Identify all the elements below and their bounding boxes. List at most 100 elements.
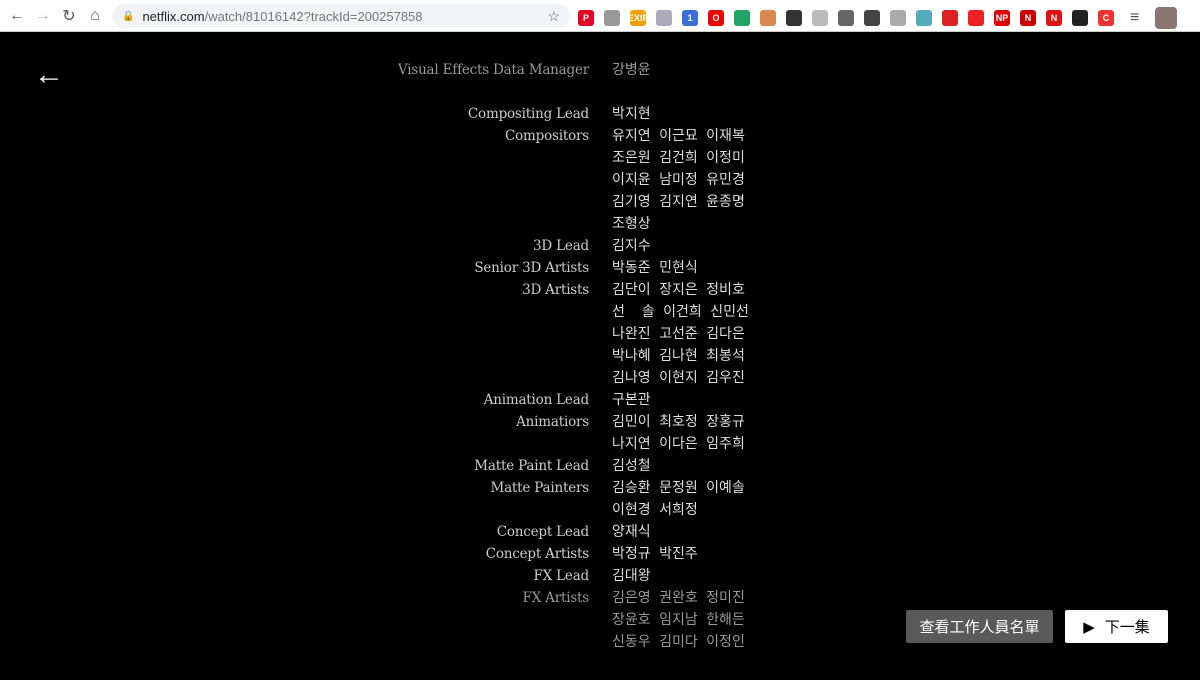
credit-names: 박나혜 김나현 최봉석 — [612, 348, 745, 364]
credit-row: 3D Lead 김지수 — [0, 235, 1200, 257]
n-icon[interactable]: N — [1020, 10, 1036, 26]
credit-role: Compositors — [504, 128, 589, 144]
youtube-icon[interactable] — [968, 10, 984, 26]
reload-icon[interactable]: ↻ — [56, 6, 82, 26]
credit-row: Senior 3D Artists 박동준 민현식 — [0, 257, 1200, 279]
credit-row: Matte Paint Lead 김성철 — [0, 455, 1200, 477]
credit-names: 장윤호 임지남 한해든 — [612, 612, 745, 628]
url-host: netflix.com — [142, 8, 205, 24]
credit-role: Concept Artists — [485, 546, 589, 562]
credit-row: Concept Lead 양재식 — [0, 521, 1200, 543]
credit-role: Concept Lead — [496, 524, 590, 540]
credit-names: 김성철 — [612, 458, 651, 474]
credit-names: 양재식 — [612, 524, 651, 540]
avatar[interactable] — [1155, 7, 1178, 29]
credit-names: 김나영 이현지 김우진 — [612, 370, 745, 386]
credit-names: 이현경 서희정 — [612, 502, 698, 518]
edit-image-icon[interactable] — [916, 10, 932, 26]
credit-role: Compositing Lead — [467, 106, 589, 122]
credit-names: 김민이 최호정 장홍규 — [612, 414, 745, 430]
address-bar[interactable]: 🔒 netflix.com/watch/81016142?trackId=200… — [112, 4, 570, 28]
credit-role: Animation Lead — [483, 392, 590, 408]
credit-role: FX Lead — [533, 568, 589, 584]
credit-row: 나완진 고선준 김다은 — [0, 323, 1200, 345]
opera-icon[interactable]: O — [708, 10, 724, 26]
np-icon[interactable]: NP — [994, 10, 1010, 26]
credit-names: 이지윤 남미정 유민경 — [612, 172, 745, 188]
credit-row: Compositing Lead 박지현 — [0, 103, 1200, 125]
credit-names: 조형상 — [612, 216, 651, 232]
credit-names: 구본관 — [612, 392, 651, 408]
netflix-icon[interactable]: N — [1046, 10, 1062, 26]
credit-names: 박정규 박진주 — [612, 546, 698, 562]
exif-icon[interactable]: EXIF — [628, 10, 648, 26]
view-credits-button[interactable]: 查看工作人員名單 — [906, 610, 1053, 643]
back-arrow-icon[interactable]: ← — [4, 7, 30, 25]
credit-role: Matte Paint Lead — [474, 458, 589, 474]
lock-icon: 🔒 — [122, 10, 135, 22]
photo-icon[interactable] — [760, 10, 776, 26]
credit-role: 3D Artists — [522, 282, 589, 298]
extensions-bar: P EXIF 1O NP NN C ≡ ⋮ — [578, 7, 1200, 29]
clock-icon[interactable]: 1 — [682, 10, 698, 26]
credit-row: Animation Lead 구본관 — [0, 389, 1200, 411]
video-player[interactable]: ← Visual Effects Data Manager 강병윤 Composit… — [0, 32, 1200, 680]
url-path: /watch/81016142?trackId=200257858 — [204, 8, 423, 24]
credit-names: 강병윤 — [612, 62, 651, 78]
link-icon[interactable] — [812, 10, 828, 26]
credit-row: 이현경 서희정 — [0, 499, 1200, 521]
browser-toolbar: ← → ↻ ⌂ 🔒 netflix.com/watch/81016142?tra… — [0, 0, 1200, 32]
credit-names: 김지수 — [612, 238, 651, 254]
credit-names: 김단이 장지은 정비호 — [612, 282, 745, 298]
credit-role: Animatiors — [516, 414, 589, 430]
credit-role: Visual Effects Data Manager — [397, 62, 589, 78]
credit-names: 나완진 고선준 김다은 — [612, 326, 745, 342]
google-drive-icon[interactable] — [734, 10, 750, 26]
credit-row: Matte Painters 김승환 문정원 이예솔 — [0, 477, 1200, 499]
menu-icon[interactable]: ⋮ — [1195, 8, 1200, 28]
record-icon[interactable] — [942, 10, 958, 26]
credit-row: 3D Artists 김단이 장지은 정비호 — [0, 279, 1200, 301]
credit-row: 박나혜 김나현 최봉석 — [0, 345, 1200, 367]
credit-row: 나지연 이다은 임주희 — [0, 433, 1200, 455]
credit-row: FX Lead 김대왕 — [0, 565, 1200, 587]
bookmark-icon[interactable] — [1072, 10, 1088, 26]
credit-names: 박지현 — [612, 106, 651, 122]
credit-role: FX Artists — [522, 590, 590, 606]
home-icon[interactable]: ⌂ — [82, 7, 108, 25]
credit-row: 이지윤 남미정 유민경 — [0, 169, 1200, 191]
c-icon[interactable]: C — [1098, 10, 1114, 26]
credit-row: FX Artists 김은영 권완호 정미진 — [0, 587, 1200, 609]
credit-row: Visual Effects Data Manager 강병윤 — [0, 59, 1200, 81]
credit-names: 나지연 이다은 임주희 — [612, 436, 745, 452]
credit-names: 선 솔 이건희 신민선 — [612, 304, 749, 320]
play-icon: ▶ — [1083, 618, 1095, 636]
credit-names: 김은영 권완호 정미진 — [612, 590, 745, 606]
credit-names: 김기영 김지연 윤종명 — [612, 194, 745, 210]
credit-names: 김승환 문정원 이예솔 — [612, 480, 745, 496]
credit-row: 조형상 — [0, 213, 1200, 235]
credit-names: 유지연 이근묘 이재복 — [612, 128, 745, 144]
credit-row: Concept Artists 박정규 박진주 — [0, 543, 1200, 565]
credit-row: Compositors 유지연 이근묘 이재복 — [0, 125, 1200, 147]
credit-names: 신동우 김미다 이정인 — [612, 634, 745, 650]
face-icon[interactable] — [864, 10, 880, 26]
next-episode-button[interactable]: ▶ 下一集 — [1065, 610, 1168, 643]
film-icon[interactable] — [838, 10, 854, 26]
credit-row: 선 솔 이건희 신민선 — [0, 301, 1200, 323]
credit-role: 3D Lead — [533, 238, 589, 254]
credit-role: Senior 3D Artists — [474, 260, 589, 276]
credit-row: 김나영 이현지 김우진 — [0, 367, 1200, 389]
pinterest-icon[interactable]: P — [578, 10, 594, 26]
qr-code-icon[interactable] — [786, 10, 802, 26]
credit-row: 김기영 김지연 윤종명 — [0, 191, 1200, 213]
forward-arrow-icon[interactable]: → — [30, 7, 56, 25]
bookmark-star-icon[interactable]: ☆ — [547, 8, 560, 25]
credit-names: 박동준 민현식 — [612, 260, 698, 276]
credit-role: Matte Painters — [490, 480, 589, 496]
media-queue-icon[interactable]: ≡ — [1130, 9, 1139, 27]
next-episode-label: 下一集 — [1104, 619, 1150, 636]
download-icon[interactable] — [890, 10, 906, 26]
image-icon[interactable] — [656, 10, 672, 26]
copy-icon[interactable] — [604, 10, 620, 26]
